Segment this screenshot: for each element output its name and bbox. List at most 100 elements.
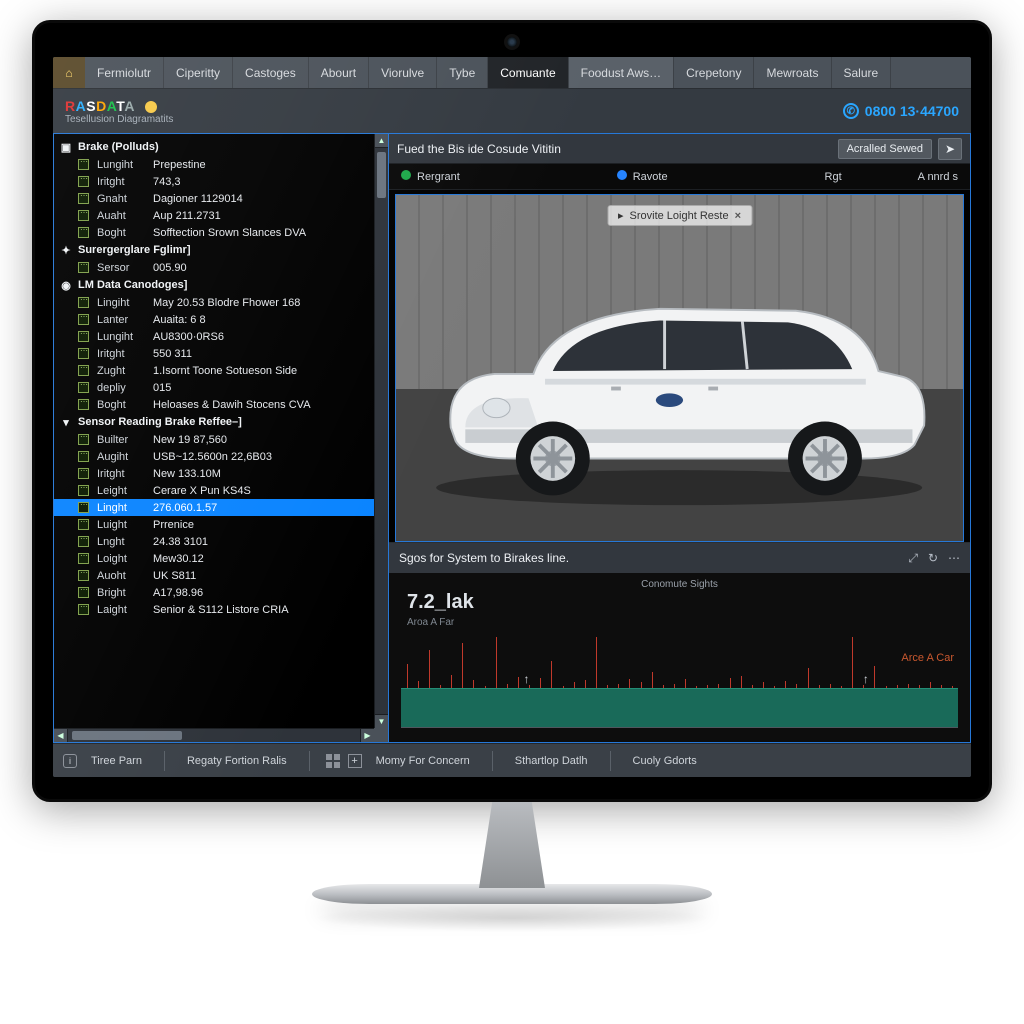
tree-group-header[interactable]: ▣Brake (Polluds): [54, 138, 374, 156]
field-icon: [78, 451, 89, 462]
chart-panel: Sgos for System to Birakes line. ⤢ ↻ ⋯ 7…: [389, 542, 970, 742]
scroll-thumb-vertical[interactable]: [377, 152, 386, 198]
field-icon: [78, 193, 89, 204]
field-icon: [78, 519, 89, 530]
main-title: Fued the Bis ide Cosude Vititin: [397, 142, 561, 156]
chart-title-text: Sgos for System to Birakes line.: [399, 551, 569, 565]
menu-item[interactable]: Castoges: [233, 57, 309, 88]
tree-row[interactable]: LingihtMay 20.53 Blodre Fhower 168: [54, 294, 374, 311]
footer-btn-2[interactable]: Regaty Fortion Ralis: [181, 751, 293, 771]
menu-item[interactable]: Viorulve: [369, 57, 437, 88]
menu-item[interactable]: Comuante: [488, 57, 568, 88]
tree-row[interactable]: BuilterNew 19 87,560: [54, 431, 374, 448]
grid-icon[interactable]: [326, 754, 340, 768]
tree-row[interactable]: depliy015: [54, 379, 374, 396]
tree-row[interactable]: LaightSenior & S112 Listore CRIA: [54, 601, 374, 618]
footer-btn-4[interactable]: Sthartlop Datlh: [509, 751, 594, 771]
field-icon: [78, 348, 89, 359]
action-saved-button[interactable]: Acralled Sewed: [838, 139, 932, 159]
footer-btn-5[interactable]: Cuoly Gdorts: [627, 751, 703, 771]
chart-settings-icon[interactable]: ⋯: [948, 551, 960, 566]
share-icon[interactable]: ➤: [938, 138, 962, 160]
scroll-left-button[interactable]: ◀: [54, 729, 68, 742]
tree-row[interactable]: Linght276.060.1.57: [54, 499, 374, 516]
plus-icon[interactable]: +: [348, 754, 362, 768]
footer-btn-1[interactable]: Tiree Parn: [85, 751, 148, 771]
field-icon: [78, 502, 89, 513]
menu-item[interactable]: Fermiolutr: [85, 57, 164, 88]
field-icon: [78, 331, 89, 342]
green-dot-icon: [401, 170, 411, 180]
menu-item[interactable]: Crepetony: [674, 57, 754, 88]
sidebar-panel: ▣Brake (Polluds)LungihtPrepestineIritght…: [53, 133, 388, 743]
menu-item[interactable]: Foodust Aws…: [569, 57, 674, 88]
chevron-icon: ▾: [60, 416, 72, 428]
tree-row[interactable]: LanterAuaita: 6 8: [54, 311, 374, 328]
chart-band: [401, 688, 958, 728]
menu-item[interactable]: Abourt: [309, 57, 369, 88]
tree-row[interactable]: LungihtAU8300·0RS6: [54, 328, 374, 345]
tree-group-header[interactable]: ✦Surergerglare Fglimr]: [54, 241, 374, 259]
tree-row[interactable]: BrightA17,98.96: [54, 584, 374, 601]
chart-plot: ↑ ↑: [401, 637, 958, 728]
chart-refresh-icon[interactable]: ↻: [928, 551, 938, 566]
field-icon: [78, 262, 89, 273]
field-icon: [78, 227, 89, 238]
scroll-up-button[interactable]: ▲: [375, 134, 388, 148]
tree-row[interactable]: LeightCerare X Pun KS4S: [54, 482, 374, 499]
field-icon: [78, 587, 89, 598]
chart-spikes: [401, 637, 958, 688]
vehicle-viewport[interactable]: ▸Srovite Loight Reste×: [395, 194, 964, 542]
tree-row[interactable]: Lnght24.38 3101: [54, 533, 374, 550]
tree-row[interactable]: IritghtNew 133.10M: [54, 465, 374, 482]
footer-btn-3[interactable]: Momy For Concern: [370, 751, 476, 771]
data-tree[interactable]: ▣Brake (Polluds)LungihtPrepestineIritght…: [54, 134, 374, 728]
scroll-thumb-horizontal[interactable]: [72, 731, 182, 740]
info-icon: ◉: [60, 279, 72, 291]
chart-body[interactable]: 7.2_lak Aroa A Far Conomute Sights Arce …: [389, 573, 970, 742]
field-icon: [78, 553, 89, 564]
tree-row[interactable]: Sersor005.90: [54, 259, 374, 276]
menu-item[interactable]: Mewroats: [754, 57, 831, 88]
tree-row[interactable]: LoightMew30.12: [54, 550, 374, 567]
monitor-bezel: ⌂ FermiolutrCiperittyCastogesAbourtVioru…: [32, 20, 992, 802]
main-panel: Fued the Bis ide Cosude Vititin Acralled…: [388, 133, 971, 743]
scroll-down-button[interactable]: ▼: [375, 714, 388, 728]
brand-subtitle: Tesellusion Diagramatits: [65, 114, 173, 125]
chart-y-sublabel: Aroa A Far: [407, 617, 454, 628]
tree-row[interactable]: Iritght550 311: [54, 345, 374, 362]
close-icon[interactable]: ×: [735, 210, 741, 222]
tree-row[interactable]: BoghtHeloases & Dawih Stocens CVA: [54, 396, 374, 413]
tree-group-header[interactable]: ◉LM Data Canodoges]: [54, 276, 374, 294]
main-header: Fued the Bis ide Cosude Vititin Acralled…: [389, 134, 970, 164]
tree-row[interactable]: AugihtUSB~12.5600n 22,6B03: [54, 448, 374, 465]
status-ravote[interactable]: Ravote: [617, 170, 668, 183]
status-dot-icon: [145, 101, 157, 113]
tree-row[interactable]: GnahtDagioner 1129014: [54, 190, 374, 207]
status-regrant[interactable]: Rergrant: [401, 170, 460, 183]
home-icon[interactable]: ⌂: [53, 57, 85, 88]
tree-row[interactable]: AuohtUK S811: [54, 567, 374, 584]
menu-item[interactable]: Salure: [832, 57, 892, 88]
chart-expand-icon[interactable]: ⤢: [908, 551, 918, 566]
field-icon: [78, 399, 89, 410]
tree-row[interactable]: LungihtPrepestine: [54, 156, 374, 173]
tree-row[interactable]: LuightPrrenice: [54, 516, 374, 533]
chart-header: Sgos for System to Birakes line. ⤢ ↻ ⋯: [389, 543, 970, 573]
viewport-overlay-label[interactable]: ▸Srovite Loight Reste×: [607, 205, 752, 226]
tree-row[interactable]: Zught1.Isornt Toone Sotueson Side: [54, 362, 374, 379]
menu-item[interactable]: Tybe: [437, 57, 488, 88]
menu-item[interactable]: Ciperitty: [164, 57, 233, 88]
scrollbar-vertical[interactable]: ▲ ▼: [374, 134, 388, 728]
info-icon[interactable]: i: [63, 754, 77, 768]
tree-group-header[interactable]: ▾Sensor Reading Brake Reffee–]: [54, 413, 374, 431]
scrollbar-horizontal[interactable]: ◀ ▶: [54, 728, 374, 742]
scroll-right-button[interactable]: ▶: [360, 729, 374, 742]
chart-y-value: 7.2_lak: [407, 591, 474, 614]
tree-row[interactable]: BoghtSofftection Srown Slances DVA: [54, 224, 374, 241]
app-body: ▣Brake (Polluds)LungihtPrepestineIritght…: [53, 133, 971, 743]
support-phone[interactable]: ✆ 0800 13·44700: [843, 103, 959, 119]
tree-row[interactable]: AuahtAup 211.2731: [54, 207, 374, 224]
brand-bar: RASDATA Tesellusion Diagramatits ✆ 0800 …: [53, 89, 971, 133]
tree-row[interactable]: Iritght743,3: [54, 173, 374, 190]
